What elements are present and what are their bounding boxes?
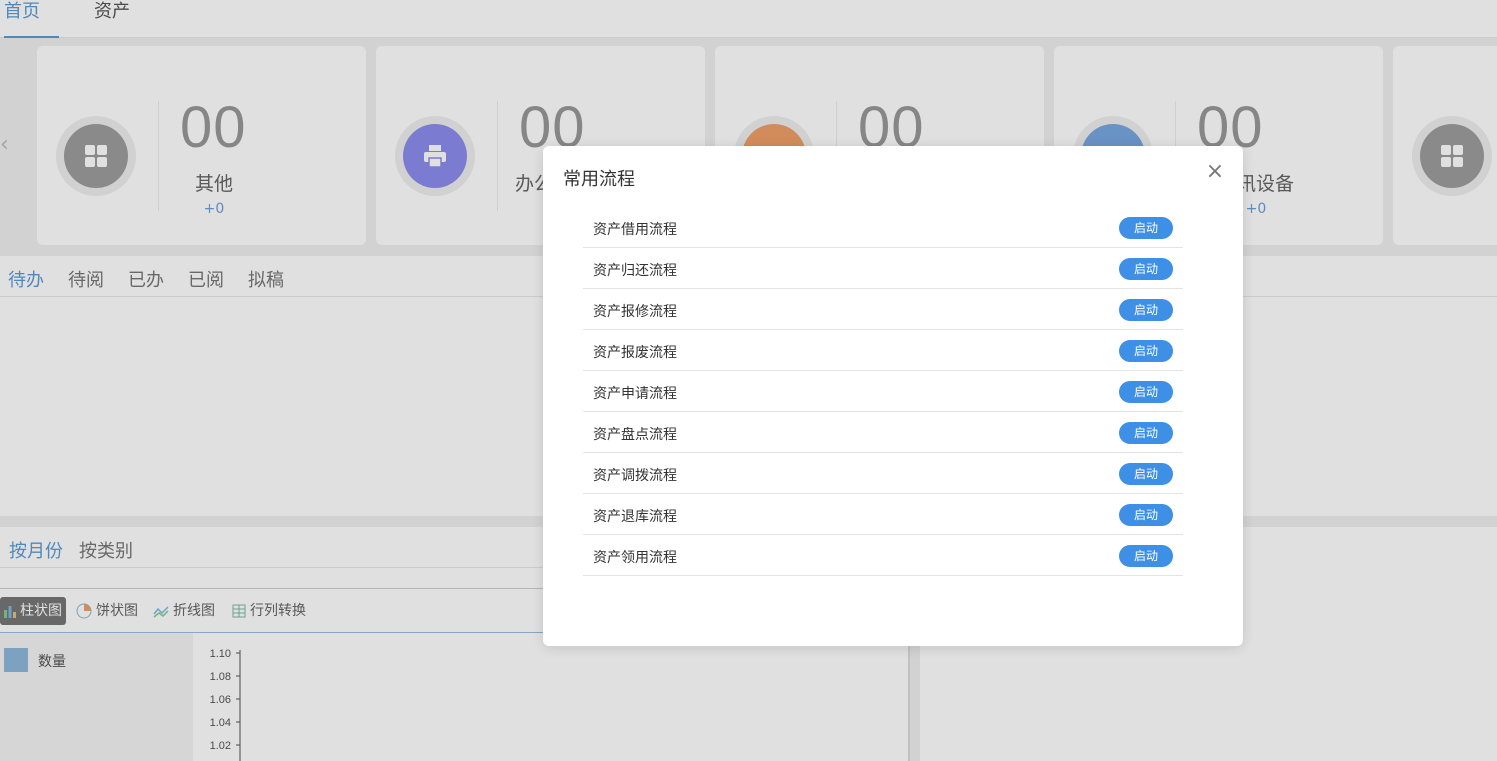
flow-name: 资产领用流程 [593, 550, 677, 566]
flow-name: 资产退库流程 [593, 509, 677, 525]
start-flow-button[interactable]: 启动 [1119, 299, 1173, 321]
flow-row: 资产领用流程 启动 [583, 535, 1183, 576]
flow-name: 资产调拨流程 [593, 468, 677, 484]
flow-row: 资产报废流程 启动 [583, 330, 1183, 371]
flow-row: 资产申请流程 启动 [583, 371, 1183, 412]
flow-row: 资产盘点流程 启动 [583, 412, 1183, 453]
flow-row: 资产报修流程 启动 [583, 289, 1183, 330]
flow-name: 资产借用流程 [593, 222, 677, 238]
flow-name: 资产报修流程 [593, 304, 677, 320]
flow-name: 资产归还流程 [593, 263, 677, 279]
start-flow-button[interactable]: 启动 [1119, 504, 1173, 526]
dialog-title: 常用流程 [563, 169, 635, 190]
close-icon[interactable]: × [1205, 161, 1225, 183]
flow-row: 资产退库流程 启动 [583, 494, 1183, 535]
start-flow-button[interactable]: 启动 [1119, 545, 1173, 567]
start-flow-button[interactable]: 启动 [1119, 340, 1173, 362]
start-flow-button[interactable]: 启动 [1119, 463, 1173, 485]
flow-name: 资产申请流程 [593, 386, 677, 402]
start-flow-button[interactable]: 启动 [1119, 258, 1173, 280]
flow-list: 资产借用流程 启动 资产归还流程 启动 资产报修流程 启动 资产报废流程 启动 资产申请流程 启动… [583, 207, 1183, 576]
start-flow-button[interactable]: 启动 [1119, 217, 1173, 239]
start-flow-button[interactable]: 启动 [1119, 381, 1173, 403]
flow-name: 资产报废流程 [593, 345, 677, 361]
flow-name: 资产盘点流程 [593, 427, 677, 443]
flow-row: 资产归还流程 启动 [583, 248, 1183, 289]
common-flows-dialog: 常用流程 × 资产借用流程 启动 资产归还流程 启动 资产报修流程 启动 资产报废流程 启动资… [543, 146, 1243, 646]
flow-row: 资产借用流程 启动 [583, 207, 1183, 248]
start-flow-button[interactable]: 启动 [1119, 422, 1173, 444]
flow-row: 资产调拨流程 启动 [583, 453, 1183, 494]
